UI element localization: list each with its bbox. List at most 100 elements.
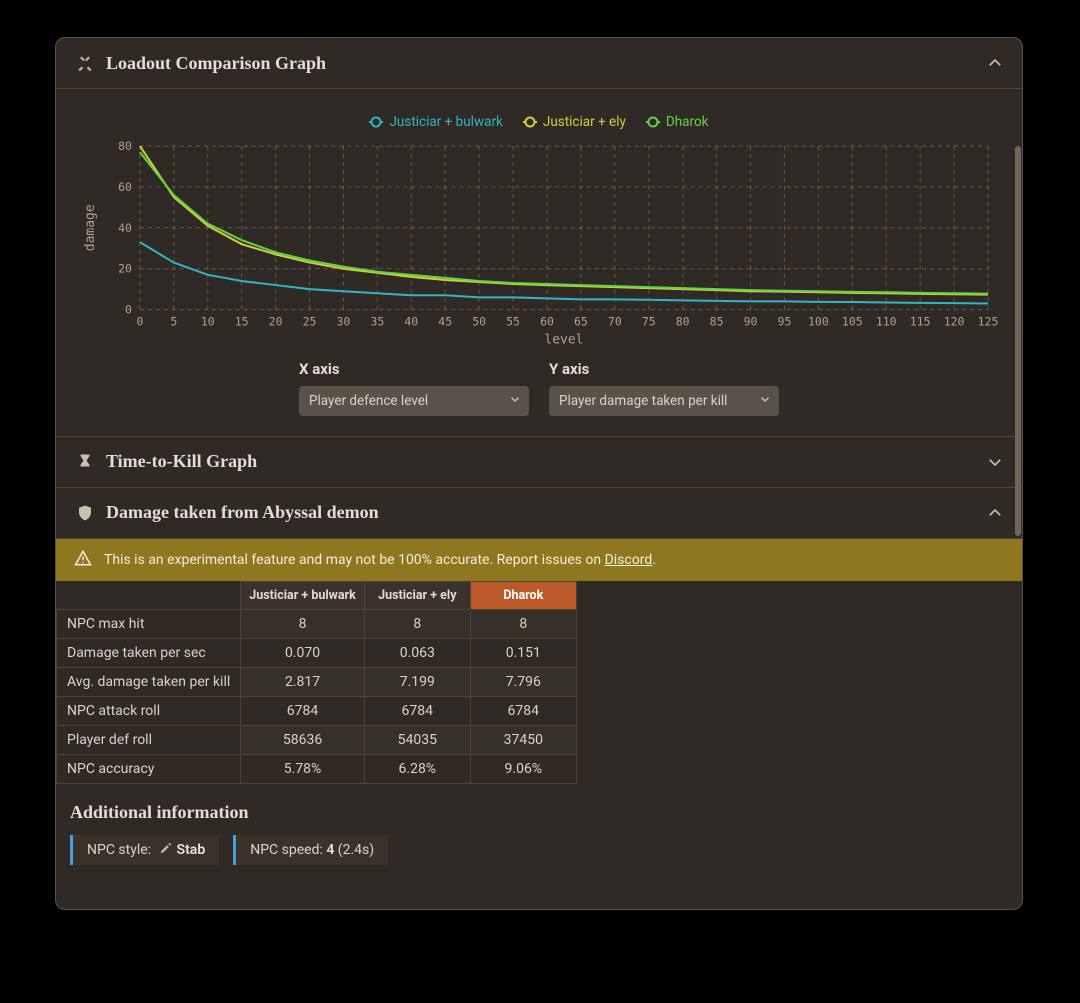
panel-comparison-title: Loadout Comparison Graph: [106, 53, 986, 74]
svg-text:90: 90: [744, 315, 758, 329]
table-col-header: Justiciar + bulwark: [241, 581, 365, 609]
panel-damage-header[interactable]: Damage taken from Abyssal demon: [56, 488, 1022, 539]
row-label: NPC attack roll: [57, 696, 241, 725]
scrollbar-thumb[interactable]: [1015, 146, 1021, 536]
svg-text:100: 100: [808, 315, 829, 329]
warning-text-suffix: .: [652, 552, 656, 568]
chevron-down-icon: [986, 453, 1004, 471]
table-row: Player def roll586365403537450: [57, 725, 577, 754]
table-cell: 6.28%: [364, 754, 470, 783]
svg-text:80: 80: [118, 139, 132, 153]
svg-text:80: 80: [676, 315, 690, 329]
table-cell: 37450: [470, 725, 576, 754]
legend-item[interactable]: Justiciar + ely: [523, 114, 626, 130]
svg-text:35: 35: [370, 315, 384, 329]
svg-text:55: 55: [506, 315, 520, 329]
table-cell: 0.151: [470, 638, 576, 667]
warning-text: This is an experimental feature and may …: [104, 552, 656, 568]
table-cell: 58636: [241, 725, 365, 754]
sword-icon: [159, 841, 173, 859]
warning-banner: This is an experimental feature and may …: [56, 539, 1022, 581]
table-row: NPC max hit888: [57, 609, 577, 638]
axis-controls: X axis Player defence level Y axis Playe…: [80, 360, 998, 416]
panel-ttk: Time-to-Kill Graph: [56, 437, 1022, 488]
svg-text:85: 85: [710, 315, 724, 329]
chevron-down-icon: [509, 393, 521, 409]
svg-text:damage: damage: [83, 204, 98, 251]
svg-text:40: 40: [404, 315, 418, 329]
svg-text:110: 110: [876, 315, 897, 329]
table-cell: 9.06%: [470, 754, 576, 783]
additional-heading: Additional information: [70, 802, 1008, 823]
svg-text:125: 125: [978, 315, 998, 329]
svg-text:10: 10: [201, 315, 215, 329]
table-row: Avg. damage taken per kill2.8177.1997.79…: [57, 667, 577, 696]
additional-info: Additional information NPC style: Stab N…: [56, 784, 1022, 889]
npc-style-label: NPC style:: [87, 842, 151, 858]
npc-style-value: Stab: [177, 842, 206, 858]
npc-style-chip: NPC style: Stab: [70, 835, 219, 865]
table-row: Damage taken per sec0.0700.0630.151: [57, 638, 577, 667]
table-row: NPC accuracy5.78%6.28%9.06%: [57, 754, 577, 783]
table-cell: 8: [470, 609, 576, 638]
panel-damage-title: Damage taken from Abyssal demon: [106, 502, 986, 523]
table-col-header: Dharok: [470, 581, 576, 609]
row-label: NPC max hit: [57, 609, 241, 638]
chip-row: NPC style: Stab NPC speed: 4 (2.4s): [70, 835, 1008, 865]
npc-speed-chip: NPC speed: 4 (2.4s): [233, 835, 388, 865]
table-cell: 6784: [364, 696, 470, 725]
svg-text:15: 15: [235, 315, 249, 329]
table-cell: 6784: [470, 696, 576, 725]
app-window: Loadout Comparison Graph Justiciar + bul…: [55, 37, 1023, 910]
row-label: Player def roll: [57, 725, 241, 754]
svg-text:40: 40: [118, 221, 132, 235]
svg-text:50: 50: [472, 315, 486, 329]
chevron-down-icon: [759, 393, 771, 409]
table-cell: 5.78%: [241, 754, 365, 783]
svg-text:20: 20: [269, 315, 283, 329]
svg-text:120: 120: [944, 315, 965, 329]
y-axis-select[interactable]: Player damage taken per kill: [549, 386, 779, 416]
svg-text:60: 60: [540, 315, 554, 329]
npc-speed-seconds: (2.4s): [338, 842, 374, 858]
panel-comparison: Loadout Comparison Graph Justiciar + bul…: [56, 38, 1022, 437]
warning-text-prefix: This is an experimental feature and may …: [104, 552, 605, 568]
panel-ttk-title: Time-to-Kill Graph: [106, 451, 986, 472]
row-label: Avg. damage taken per kill: [57, 667, 241, 696]
x-axis-control: X axis Player defence level: [299, 360, 529, 416]
svg-text:30: 30: [337, 315, 351, 329]
shield-icon: [74, 502, 96, 524]
table-cell: 0.063: [364, 638, 470, 667]
y-axis-control: Y axis Player damage taken per kill: [549, 360, 779, 416]
swords-icon: [74, 52, 96, 74]
table-cell: 8: [241, 609, 365, 638]
svg-text:level: level: [544, 333, 583, 346]
table-cell: 7.199: [364, 667, 470, 696]
svg-text:105: 105: [842, 315, 863, 329]
svg-text:60: 60: [118, 180, 132, 194]
panel-ttk-header[interactable]: Time-to-Kill Graph: [56, 437, 1022, 487]
panel-damage: Damage taken from Abyssal demon This is …: [56, 488, 1022, 889]
chart-plot[interactable]: 0204060800510152025303540455055606570758…: [80, 136, 998, 346]
chevron-up-icon: [986, 504, 1004, 522]
table-cell: 8: [364, 609, 470, 638]
panel-comparison-body: Justiciar + bulwark Justiciar + ely Dharok…: [56, 89, 1022, 436]
x-axis-label: X axis: [299, 360, 529, 378]
damage-table: Justiciar + bulwarkJusticiar + elyDharok…: [56, 581, 577, 784]
table-cell: 7.796: [470, 667, 576, 696]
x-axis-select[interactable]: Player defence level: [299, 386, 529, 416]
legend-item[interactable]: Dharok: [646, 114, 709, 130]
svg-text:95: 95: [778, 315, 792, 329]
row-label: Damage taken per sec: [57, 638, 241, 667]
discord-link[interactable]: Discord: [605, 552, 653, 568]
svg-text:45: 45: [438, 315, 452, 329]
legend-item[interactable]: Justiciar + bulwark: [369, 114, 502, 130]
svg-text:5: 5: [170, 315, 177, 329]
chart-legend: Justiciar + bulwark Justiciar + ely Dharok: [80, 111, 998, 130]
hourglass-icon: [74, 451, 96, 473]
table-cell: 2.817: [241, 667, 365, 696]
x-axis-select-value: Player defence level: [309, 393, 428, 409]
svg-text:0: 0: [125, 303, 132, 317]
panel-comparison-header[interactable]: Loadout Comparison Graph: [56, 38, 1022, 89]
table-cell: 6784: [241, 696, 365, 725]
